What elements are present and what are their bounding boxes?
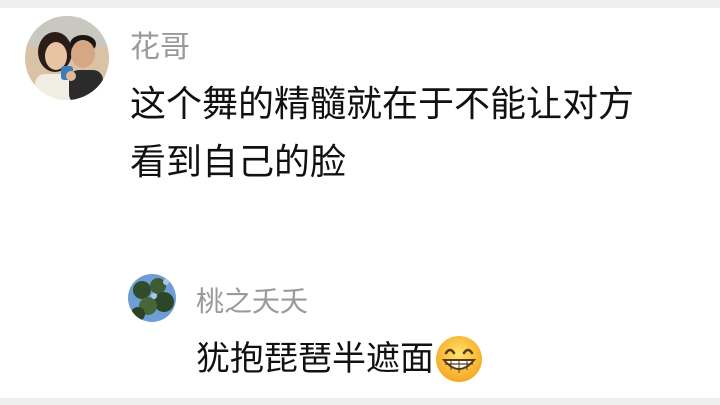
comment-text: 这个舞的精髓就在于不能让对方 看到自己的脸	[130, 76, 634, 192]
reply-text-container: 犹抱琵琶半遮面	[196, 334, 484, 384]
couple-photo-icon	[25, 16, 109, 100]
reply-username[interactable]: 桃之夭夭	[196, 280, 308, 320]
comment-text-line: 看到自己的脸	[130, 142, 347, 183]
tree-photo-icon	[128, 274, 176, 322]
bottom-divider	[0, 398, 720, 405]
grinning-face-icon	[434, 334, 484, 384]
comment-text-line: 这个舞的精髓就在于不能让对方	[130, 84, 635, 125]
username[interactable]: 花哥	[130, 22, 190, 66]
reply-user-avatar[interactable]	[128, 274, 176, 322]
user-avatar[interactable]	[25, 16, 109, 100]
top-divider	[0, 0, 720, 8]
reply-text: 犹抱琵琶半遮面	[196, 339, 434, 379]
